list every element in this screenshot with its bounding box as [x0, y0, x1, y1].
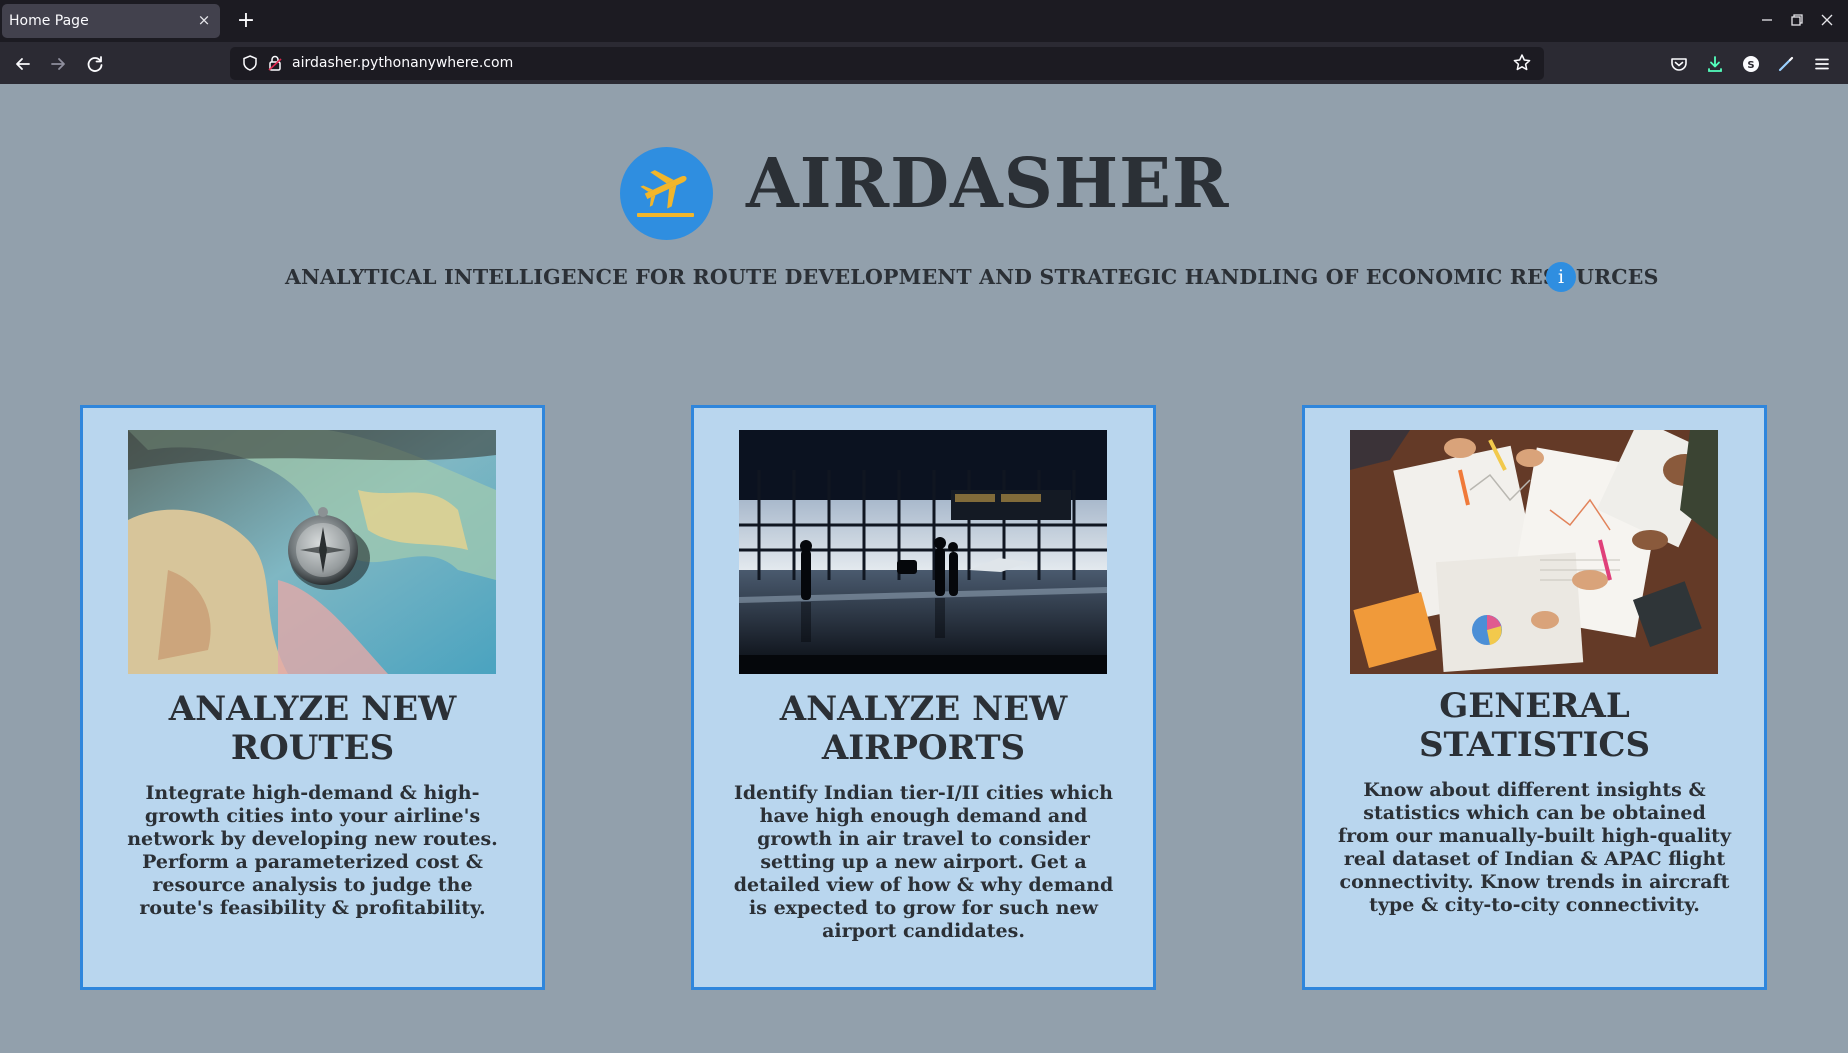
card-description: Know about different insights & statisti… — [1337, 779, 1731, 916]
card-title: GENERAL STATISTICS — [1418, 686, 1651, 765]
restore-icon[interactable] — [1786, 9, 1808, 31]
tab-home-page[interactable]: Home Page × — [2, 4, 220, 38]
account-icon[interactable]: S — [1738, 51, 1764, 77]
download-icon[interactable] — [1702, 51, 1728, 77]
team-analytics-image[interactable] — [1350, 430, 1718, 674]
brand-title: AIRDASHER — [746, 144, 1230, 224]
menu-icon[interactable] — [1809, 51, 1835, 77]
card-analyze-routes[interactable]: ANALYZE NEW ROUTES Integrate high-demand… — [80, 405, 545, 990]
tab-close-icon[interactable]: × — [195, 10, 213, 30]
minimize-icon[interactable] — [1756, 9, 1778, 31]
card-analyze-airports[interactable]: ANALYZE NEW AIRPORTS Identify Indian tie… — [691, 405, 1156, 990]
close-window-icon[interactable] — [1816, 9, 1838, 31]
svg-text:S: S — [1747, 60, 1754, 71]
back-icon[interactable] — [10, 51, 36, 77]
forward-icon[interactable] — [45, 51, 71, 77]
page-body: AIRDASHER ANALYTICAL INTELLIGENCE FOR RO… — [0, 84, 1848, 1053]
star-icon[interactable] — [1510, 51, 1534, 75]
new-tab-button[interactable]: + — [234, 8, 258, 34]
extension-icon[interactable] — [1773, 51, 1799, 77]
airport-terminal-image[interactable] — [739, 430, 1107, 674]
card-description: Identify Indian tier-I/II cities which h… — [733, 782, 1114, 942]
navigation-toolbar: airdasher.pythonanywhere.com S — [0, 42, 1848, 84]
tagline: ANALYTICAL INTELLIGENCE FOR ROUTE DEVELO… — [285, 265, 1659, 289]
card-title: ANALYZE NEW AIRPORTS — [779, 689, 1068, 768]
tab-title: Home Page — [9, 13, 89, 29]
airplane-departure-icon — [620, 147, 713, 240]
card-general-statistics[interactable]: GENERAL STATISTICS Know about different … — [1302, 405, 1767, 990]
shield-icon[interactable] — [240, 53, 260, 73]
info-button[interactable]: i — [1546, 262, 1576, 292]
reload-icon[interactable] — [82, 51, 108, 77]
address-bar[interactable]: airdasher.pythonanywhere.com — [230, 47, 1544, 80]
card-title: ANALYZE NEW ROUTES — [168, 689, 457, 768]
lock-icon[interactable] — [265, 53, 285, 73]
map-compass-image[interactable] — [128, 430, 496, 674]
tab-bar: Home Page × + — [0, 0, 1848, 42]
url-text[interactable]: airdasher.pythonanywhere.com — [292, 55, 513, 71]
card-description: Integrate high-demand & high-growth citi… — [127, 782, 498, 919]
pocket-icon[interactable] — [1666, 51, 1692, 77]
